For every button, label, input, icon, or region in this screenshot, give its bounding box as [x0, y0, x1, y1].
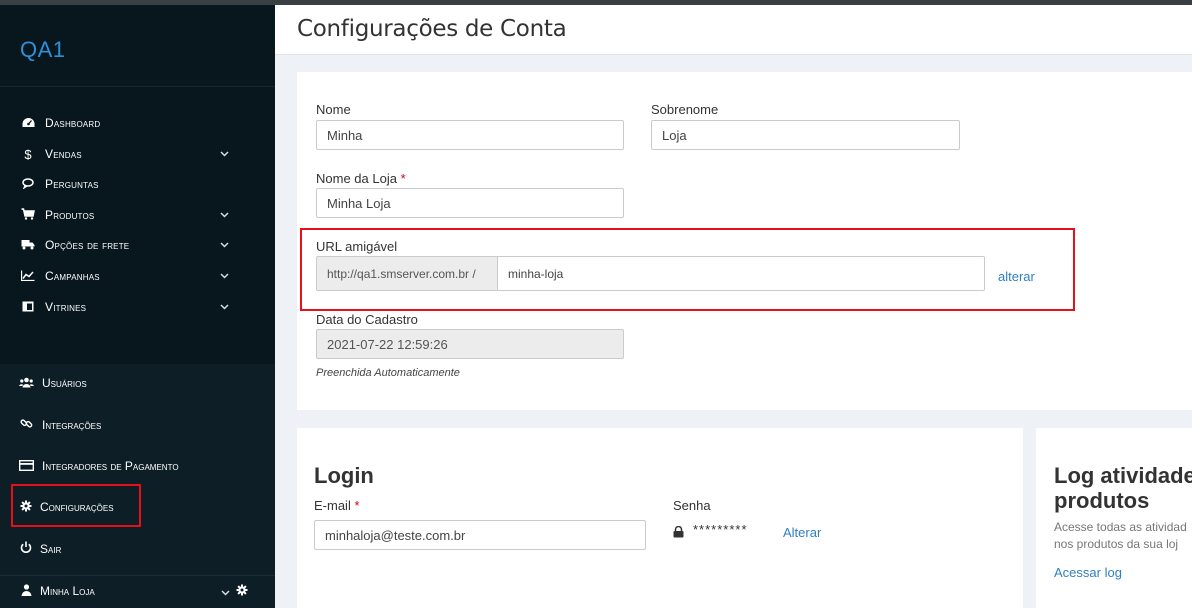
log-title-line: produtos — [1054, 488, 1150, 513]
nome-loja-label-text: Nome da Loja — [316, 171, 397, 186]
user-icon — [18, 583, 34, 599]
sidebar-item-label: Opções de frete — [45, 238, 130, 252]
chevron-down-icon — [220, 240, 229, 251]
url-amigavel-input[interactable]: minha-loja — [497, 256, 985, 291]
login-title: Login — [314, 463, 374, 488]
account-info-card: Nome Minha Sobrenome Loja Nome da Loja *… — [297, 72, 1192, 410]
cart-icon — [20, 207, 36, 223]
page-header: Configurações de Conta — [275, 5, 1192, 55]
login-card: Login E-mail * minhaloja@teste.com.br Se… — [297, 428, 1023, 608]
log-description-line: nos produtos da sua loj — [1054, 537, 1179, 551]
log-description-line: Acesse todas as atividad — [1054, 520, 1187, 534]
chevron-down-icon — [220, 149, 229, 160]
chevron-down-icon — [220, 271, 229, 282]
sidebar-item-label: Vitrines — [45, 300, 87, 314]
url-prefix-addon: http://qa1.smserver.com.br / — [316, 256, 498, 291]
url-amigavel-label: URL amigável — [316, 239, 398, 254]
acessar-log-link[interactable]: Acessar log — [1054, 565, 1122, 580]
sidebar: QA1 Dashboard $ Vendas Perguntas Produto… — [0, 5, 275, 608]
page-title: Configurações de Conta — [297, 16, 567, 42]
alterar-senha-link[interactable]: Alterar — [783, 525, 821, 540]
log-title-line: Log atividades — [1054, 463, 1192, 488]
footer-actions — [221, 584, 248, 599]
chevron-down-icon — [220, 210, 229, 221]
sidebar-footer-user[interactable]: Minha Loja — [0, 578, 275, 604]
sidebar-item-label: Perguntas — [45, 177, 99, 191]
sobrenome-input[interactable]: Loja — [651, 120, 960, 150]
divider — [0, 86, 275, 87]
alterar-url-link[interactable]: alterar — [998, 269, 1035, 284]
senha-label: Senha — [673, 498, 711, 513]
divider — [0, 575, 275, 576]
data-cadastro-input: 2021-07-22 12:59:26 — [316, 329, 624, 359]
sidebar-item-label: Usuários — [42, 376, 87, 390]
log-card: Log atividadesprodutos Acesse todas as a… — [1036, 428, 1192, 608]
sidebar-item-label: Vendas — [45, 147, 82, 161]
chevron-down-icon[interactable] — [221, 585, 233, 599]
nome-input[interactable]: Minha — [316, 120, 624, 150]
dashboard-icon — [20, 116, 36, 131]
sidebar-item-label: Integrações — [42, 418, 102, 432]
chart-icon — [20, 269, 36, 284]
window-icon — [20, 300, 36, 315]
truck-icon — [20, 238, 36, 253]
sidebar-item-integradores-pagamento[interactable]: Integradores de Pagamento — [0, 453, 275, 479]
sidebar-item-perguntas[interactable]: Perguntas — [0, 172, 275, 196]
power-icon — [18, 541, 34, 557]
sobrenome-label: Sobrenome — [651, 102, 719, 117]
email-input[interactable]: minhaloja@teste.com.br — [314, 520, 646, 550]
nome-loja-label: Nome da Loja * — [316, 171, 406, 186]
sidebar-item-label: Integradores de Pagamento — [42, 459, 179, 473]
sidebar-item-label: Produtos — [45, 208, 95, 222]
gear-icon[interactable] — [236, 584, 248, 599]
dollar-icon: $ — [24, 146, 32, 162]
chevron-down-icon — [220, 302, 229, 313]
data-cadastro-hint: Preenchida Automaticamente — [316, 367, 460, 379]
required-mark: * — [354, 498, 360, 513]
email-label: E-mail * — [314, 498, 360, 513]
sidebar-footer-label: Minha Loja — [40, 584, 95, 598]
sidebar-item-campanhas[interactable]: Campanhas — [0, 264, 275, 288]
log-description: Acesse todas as atividad nos produtos da … — [1054, 519, 1187, 553]
data-cadastro-label: Data do Cadastro — [316, 312, 418, 327]
credit-card-icon — [18, 459, 34, 474]
link-icon — [18, 417, 34, 433]
sidebar-item-dashboard[interactable]: Dashboard — [0, 111, 275, 135]
required-mark: * — [400, 171, 406, 186]
sidebar-item-vendas[interactable]: $ Vendas — [0, 142, 275, 166]
sidebar-item-label: Dashboard — [45, 116, 101, 130]
sidebar-item-label: Sair — [40, 542, 62, 556]
sidebar-item-vitrines[interactable]: Vitrines — [0, 295, 275, 319]
email-label-text: E-mail — [314, 498, 351, 513]
log-title: Log atividadesprodutos — [1054, 463, 1192, 513]
highlight-annotation — [11, 484, 141, 527]
comments-icon — [20, 177, 36, 192]
sidebar-item-sair[interactable]: Sair — [0, 536, 275, 562]
brand-logo[interactable]: QA1 — [20, 37, 66, 63]
sidebar-item-opcoes-frete[interactable]: Opções de frete — [0, 233, 275, 257]
lock-icon — [673, 525, 684, 543]
main-content: Configurações de Conta Nome Minha Sobren… — [275, 5, 1192, 608]
sidebar-item-usuarios[interactable]: Usuários — [0, 370, 275, 396]
sidebar-item-produtos[interactable]: Produtos — [0, 203, 275, 227]
users-icon — [18, 376, 34, 391]
sidebar-item-integracoes[interactable]: Integrações — [0, 412, 275, 438]
senha-mask: ********* — [693, 522, 748, 537]
sidebar-main-section: QA1 Dashboard $ Vendas Perguntas Produto… — [0, 5, 275, 364]
sidebar-item-label: Campanhas — [45, 269, 100, 283]
nome-loja-input[interactable]: Minha Loja — [316, 188, 624, 218]
nome-label: Nome — [316, 102, 351, 117]
